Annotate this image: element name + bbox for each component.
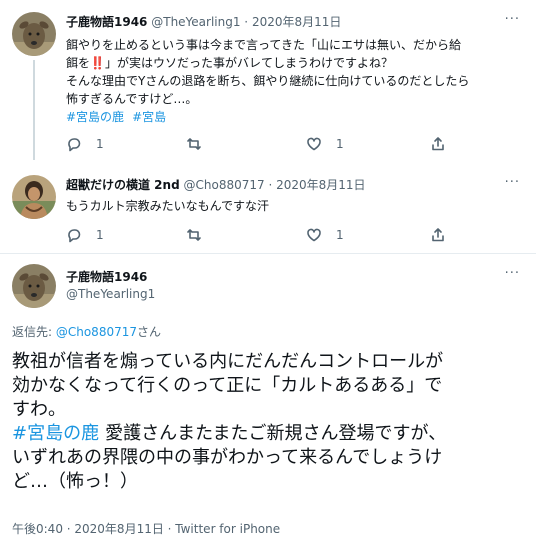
text-line: #宮島の鹿 愛護さんまたまたご新規さん登場ですが、 [12,422,528,446]
hashtag-link[interactable]: #宮島の鹿 [66,110,124,124]
more-options-icon[interactable]: ··· [505,266,520,281]
text-line: いずれあの界隈の中の事がわかって来るんでしょうけ [12,447,443,468]
retweet-button[interactable] [186,227,216,243]
text-line: 餌やりを止めるという事は今まで言ってきた「山にエサは無い、だから給 [66,38,462,52]
tweet-2[interactable]: 超獣だけの横道 2nd @Cho880717 · 2020年8月11日 ··· … [0,163,536,253]
text-segment: 愛護さんまたまたご新規さん登場ですが、 [105,423,447,444]
action-bar: 1 1 [66,136,486,154]
separator: · [264,178,277,192]
share-button[interactable] [430,136,446,152]
author-handle[interactable]: @TheYearling1 [151,15,240,29]
tweet-date[interactable]: 2020年8月11日 [252,15,341,29]
like-count: 1 [336,137,344,151]
like-count: 1 [336,228,344,242]
reply-icon [68,138,81,152]
reply-icon [68,229,81,243]
reply-count: 1 [96,228,104,242]
tweet-timestamp[interactable]: 午後0:40 · 2020年8月11日 · Twitter for iPhone [12,520,280,537]
avatar-deer[interactable] [12,12,56,56]
thread-connector [33,60,35,160]
text-line: すわ。 [12,399,66,420]
heart-icon [307,228,321,242]
reply-to-suffix: さん [137,325,162,339]
avatar-deer[interactable] [12,264,56,308]
like-button[interactable]: 1 [306,136,344,152]
reply-button[interactable]: 1 [66,227,104,243]
retweet-button[interactable] [186,136,216,152]
reply-button[interactable]: 1 [66,136,104,152]
retweet-icon [187,229,201,241]
heart-icon [307,137,321,151]
more-options-icon[interactable]: ··· [505,175,520,190]
reply-to-label: 返信先: [12,325,56,339]
share-button[interactable] [430,227,446,243]
tweet-text: 餌やりを止めるという事は今まで言ってきた「山にエサは無い、だから給 餌を‼️」が… [66,36,506,126]
hashtag-row: #宮島の鹿 #宮島 [66,108,506,126]
separator: · [240,15,252,29]
divider [0,253,536,254]
share-icon [432,228,444,242]
action-bar: 1 1 [66,227,486,245]
text-line: 効かなくなって行くのって正に「カルトあるある」で [12,375,443,396]
author-handle[interactable]: @Cho880717 [184,178,265,192]
reply-count: 1 [96,137,104,151]
author-name[interactable]: 超獣だけの横道 2nd [66,178,180,192]
tweet-header: 子鹿物語1946 @TheYearling1 · 2020年8月11日 [66,14,341,30]
tweet-text: もうカルト宗教みたいなもんですな汗 [66,197,506,215]
text-line: 教祖が信者を煽っている内にだんだんコントロールが [12,351,444,372]
text-line: ど…（怖っ！） [12,471,138,492]
author-name[interactable]: 子鹿物語1946 [66,268,147,285]
author-handle[interactable]: @TheYearling1 [66,287,155,301]
text-line: 怖すぎるんですけど…。 [66,92,198,106]
tweet-date[interactable]: 2020年8月11日 [276,178,365,192]
reply-to-handle[interactable]: @Cho880717 [56,325,137,339]
text-line: そんな理由でYさんの退路を断ち、餌やり継続に仕向けているのだとしたら [66,74,470,88]
more-options-icon[interactable]: ··· [505,12,520,27]
text-line: もうカルト宗教みたいなもんですな汗 [66,199,270,213]
retweet-icon [187,138,201,150]
hashtag-link[interactable]: #宮島 [132,110,166,124]
hashtag-link[interactable]: #宮島の鹿 [12,423,99,444]
share-icon [432,137,444,151]
text-line: 餌を‼️」が実はウソだった事がバレてしまうわけですよね？ [66,56,393,70]
tweet-header: 超獣だけの横道 2nd @Cho880717 · 2020年8月11日 [66,177,366,193]
reply-to-line: 返信先: @Cho880717さん [12,323,161,340]
tweet-1[interactable]: 子鹿物語1946 @TheYearling1 · 2020年8月11日 ··· … [0,0,536,163]
author-name[interactable]: 子鹿物語1946 [66,15,147,29]
avatar-wrestler[interactable] [12,175,56,219]
like-button[interactable]: 1 [306,227,344,243]
main-tweet-text: 教祖が信者を煽っている内にだんだんコントロールが 効かなくなって行くのって正に「… [12,350,528,494]
